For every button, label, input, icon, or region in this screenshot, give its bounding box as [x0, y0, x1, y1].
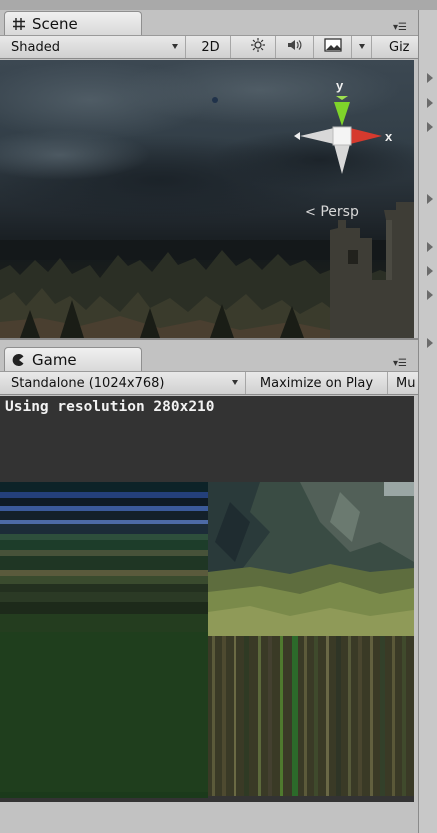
tab-scene-label: Scene	[32, 14, 78, 33]
scene-toolbar: Shaded 2D Giz	[0, 35, 418, 59]
game-render	[0, 482, 414, 798]
scene-viewport[interactable]: y x < Persp	[0, 60, 414, 338]
chevron-down-icon	[232, 380, 238, 385]
projection-label: Persp	[320, 204, 359, 220]
maximize-label: Maximize on Play	[259, 375, 374, 391]
tab-game[interactable]: Game	[4, 347, 142, 371]
mode-2d-toggle[interactable]: 2D	[191, 36, 231, 58]
sun-icon	[250, 37, 266, 57]
image-icon	[323, 38, 342, 56]
mute-audio-toggle[interactable]: Mu	[388, 372, 418, 394]
lighting-toggle[interactable]	[240, 36, 276, 58]
game-toolbar: Standalone (1024x768) Maximize on Play M…	[0, 371, 418, 395]
chevron-down-icon	[359, 44, 365, 49]
draw-mode-dropdown[interactable]: Shaded	[0, 36, 186, 58]
panel-divider	[0, 338, 418, 340]
persp-chevron-icon: <	[305, 205, 316, 220]
kebab-menu-icon[interactable]: ▾☰	[390, 22, 410, 34]
pacman-icon	[11, 352, 27, 368]
tab-game-label: Game	[32, 350, 77, 369]
hash-grid-icon	[11, 16, 27, 32]
resolution-warning: Using resolution 280x210	[5, 399, 215, 415]
hierarchy-panel-edge	[418, 10, 437, 833]
speaker-icon	[286, 37, 304, 57]
aspect-dropdown[interactable]: Standalone (1024x768)	[0, 372, 246, 394]
triangle-right-icon[interactable]	[427, 290, 433, 300]
triangle-right-icon[interactable]	[427, 122, 433, 132]
tab-scene[interactable]: Scene	[4, 11, 142, 35]
effects-toggle[interactable]	[314, 36, 352, 58]
triangle-right-icon[interactable]	[427, 98, 433, 108]
game-panel-footer	[0, 802, 418, 833]
maximize-on-play-toggle[interactable]: Maximize on Play	[246, 372, 388, 394]
triangle-right-icon[interactable]	[427, 338, 433, 348]
triangle-right-icon[interactable]	[427, 73, 433, 83]
projection-toggle[interactable]: < Persp	[305, 204, 359, 220]
mode-2d-label: 2D	[201, 39, 220, 55]
effects-dropdown[interactable]	[352, 36, 372, 58]
triangle-right-icon[interactable]	[427, 242, 433, 252]
game-viewport: Using resolution 280x210	[0, 396, 414, 802]
triangle-right-icon[interactable]	[427, 266, 433, 276]
triangle-right-icon[interactable]	[427, 194, 433, 204]
orientation-gizmo[interactable]: y x	[290, 74, 400, 204]
kebab-menu-icon[interactable]: ▾☰	[390, 358, 410, 370]
draw-mode-value: Shaded	[11, 39, 60, 55]
gizmo-y-label: y	[336, 78, 344, 93]
gizmos-dropdown[interactable]: Giz	[384, 36, 418, 58]
gizmo-x-label: x	[385, 129, 393, 144]
mute-label: Mu	[396, 375, 416, 391]
window-top-strip	[0, 0, 437, 10]
audio-toggle[interactable]	[276, 36, 314, 58]
aspect-value: Standalone (1024x768)	[11, 375, 165, 391]
chevron-down-icon	[172, 44, 178, 49]
gizmos-label: Giz	[389, 39, 410, 55]
